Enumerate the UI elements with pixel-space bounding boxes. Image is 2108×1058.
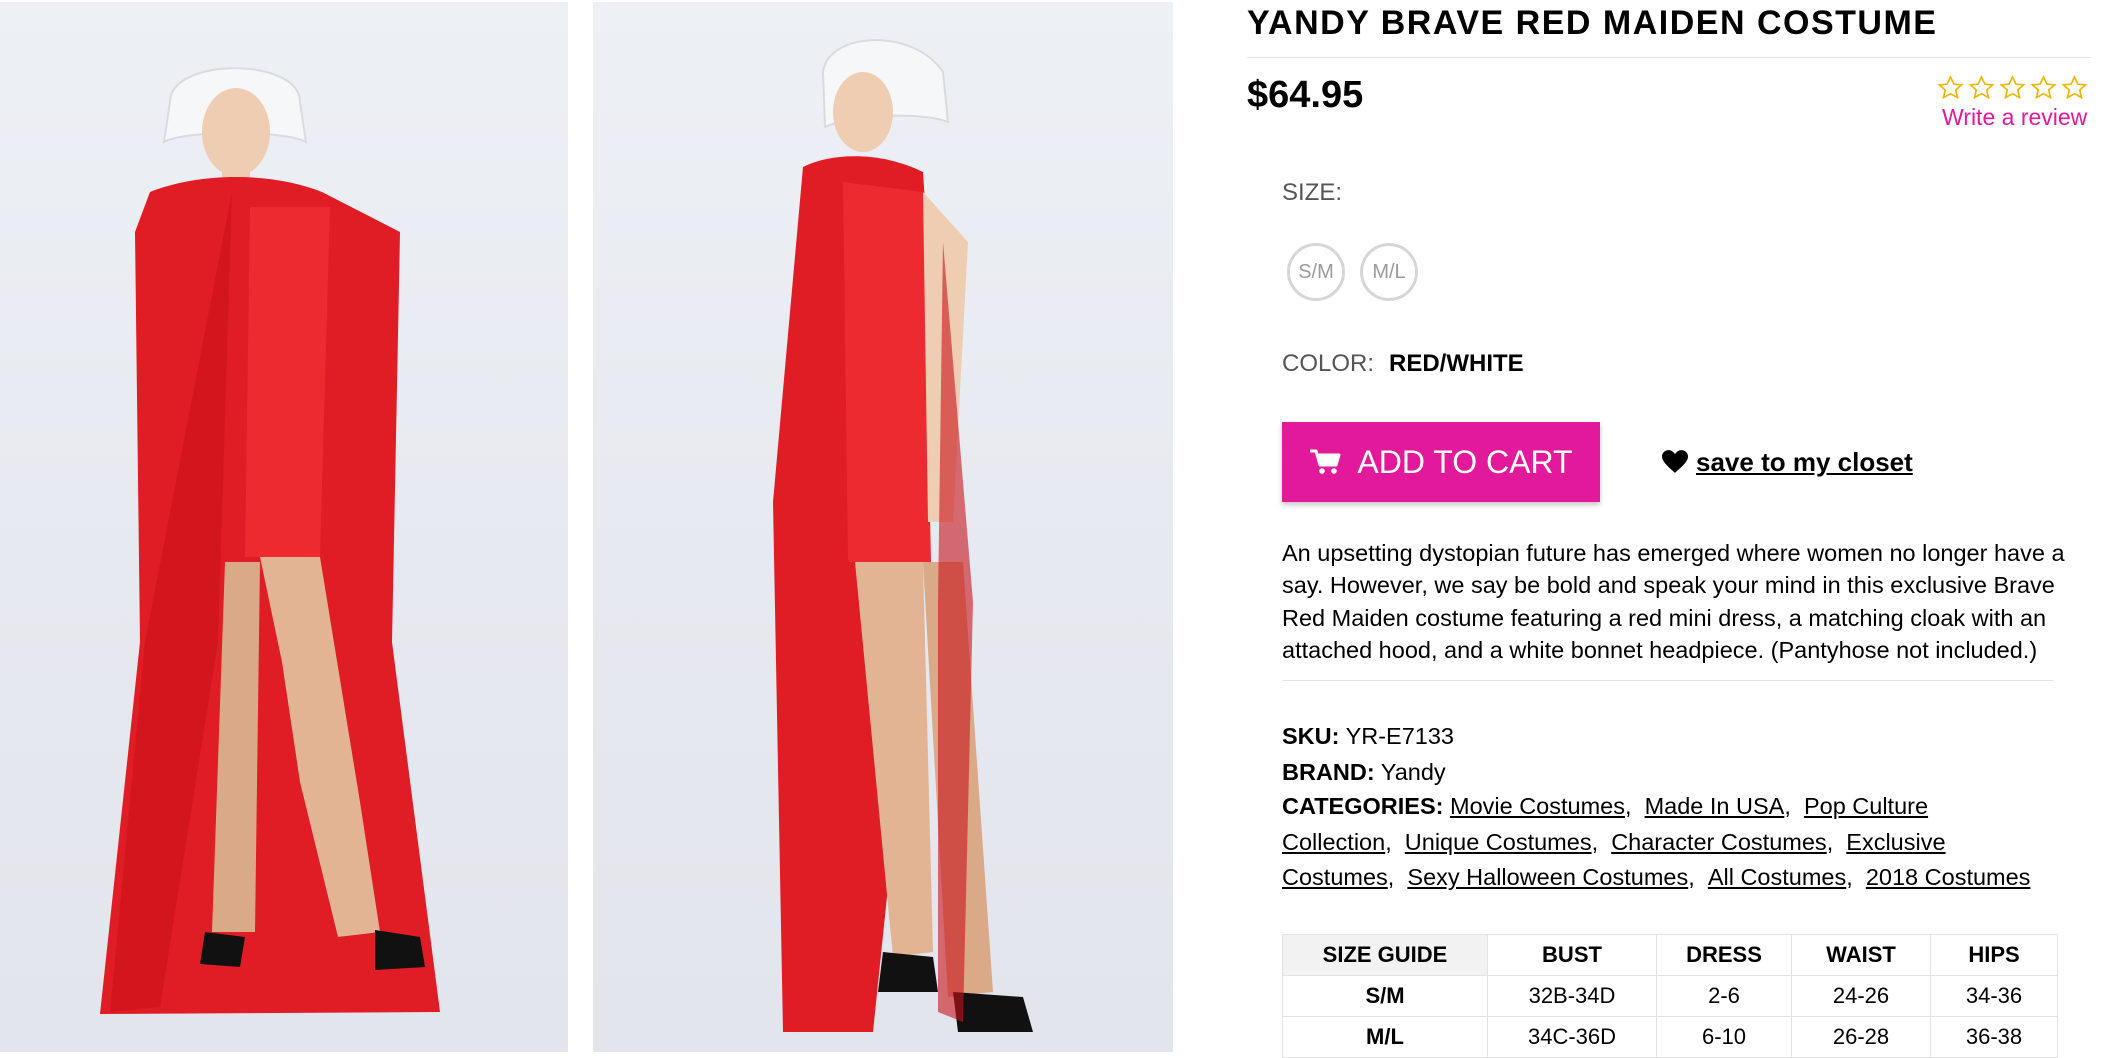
title-divider xyxy=(1247,57,2091,58)
save-to-closet-label: save to my closet xyxy=(1696,447,1913,477)
sku-line: SKU: YR-E7133 xyxy=(1282,719,1454,753)
waist-cell: 24-26 xyxy=(1791,975,1931,1017)
brand-label: BRAND: xyxy=(1282,759,1375,785)
size-option-m-l[interactable]: M/L xyxy=(1360,243,1418,301)
category-link-sexy-halloween-costumes[interactable]: Sexy Halloween Costumes xyxy=(1407,864,1688,890)
dress-cell: 6-10 xyxy=(1656,1016,1792,1058)
category-link-unique-costumes[interactable]: Unique Costumes xyxy=(1405,829,1592,855)
model-side-illustration xyxy=(773,39,1033,1032)
category-link-made-in-usa[interactable]: Made In USA xyxy=(1645,793,1785,819)
save-to-closet-link[interactable]: save to my closet xyxy=(1662,446,1913,478)
bust-header: BUST xyxy=(1487,934,1657,976)
star-outline-icon[interactable] xyxy=(1967,74,1996,102)
star-outline-icon[interactable] xyxy=(2060,74,2089,102)
write-review-link[interactable]: Write a review xyxy=(1942,103,2087,131)
cart-icon xyxy=(1310,449,1341,474)
dress-cell: 2-6 xyxy=(1656,975,1792,1017)
product-title: YANDY BRAVE RED MAIDEN COSTUME xyxy=(1247,4,1938,42)
size-cell: M/L xyxy=(1282,1016,1488,1058)
rating-stars[interactable] xyxy=(1936,74,2089,102)
add-to-cart-label: ADD TO CART xyxy=(1357,443,1573,480)
size-guide-header: SIZE GUIDE xyxy=(1282,934,1488,976)
hips-header: HIPS xyxy=(1930,934,2058,976)
brand-value: Yandy xyxy=(1380,759,1446,785)
dress-header: DRESS xyxy=(1656,934,1792,976)
star-outline-icon[interactable] xyxy=(1936,74,1965,102)
heart-icon xyxy=(1662,450,1688,473)
waist-header: WAIST xyxy=(1791,934,1931,976)
product-description: An upsetting dystopian future has emerge… xyxy=(1282,540,2065,663)
color-label: COLOR: xyxy=(1282,350,1375,377)
product-photo-front[interactable] xyxy=(0,2,568,1052)
size-guide-header-row: SIZE GUIDE BUST DRESS WAIST HIPS xyxy=(1282,934,2058,976)
product-price: $64.95 xyxy=(1247,74,1364,116)
waist-cell: 26-28 xyxy=(1791,1016,1931,1058)
sku-label: SKU: xyxy=(1282,723,1340,749)
hips-cell: 34-36 xyxy=(1930,975,2058,1017)
star-outline-icon[interactable] xyxy=(2029,74,2058,102)
category-link-character-costumes[interactable]: Character Costumes xyxy=(1611,829,1827,855)
category-link-2018-costumes[interactable]: 2018 Costumes xyxy=(1866,864,2031,890)
star-outline-icon[interactable] xyxy=(1998,74,2027,102)
size-label: SIZE: xyxy=(1282,179,1343,206)
color-value: RED/WHITE xyxy=(1389,350,1524,377)
bust-cell: 34C-36D xyxy=(1487,1016,1657,1058)
bust-cell: 32B-34D xyxy=(1487,975,1657,1017)
model-front-illustration xyxy=(100,67,440,1014)
size-guide-table: SIZE GUIDE BUST DRESS WAIST HIPS S/M 32B… xyxy=(1282,934,2058,1058)
category-link-all-costumes[interactable]: All Costumes xyxy=(1708,864,1846,890)
add-to-cart-button[interactable]: ADD TO CART xyxy=(1282,422,1600,502)
product-photo-side[interactable] xyxy=(593,2,1173,1052)
size-option-s-m[interactable]: S/M xyxy=(1287,243,1345,301)
categories-line: CATEGORIES: Movie Costumes, Made In USA,… xyxy=(1282,793,2031,891)
hips-cell: 36-38 xyxy=(1930,1016,2058,1058)
categories-label: CATEGORIES: xyxy=(1282,793,1444,819)
sku-value: YR-E7133 xyxy=(1345,723,1454,749)
description-divider xyxy=(1282,680,2054,681)
category-link-movie-costumes[interactable]: Movie Costumes xyxy=(1450,793,1625,819)
brand-line: BRAND: Yandy xyxy=(1282,755,1446,789)
size-cell: S/M xyxy=(1282,975,1488,1017)
table-row: M/L 34C-36D 6-10 26-28 36-38 xyxy=(1282,1016,2058,1058)
table-row: S/M 32B-34D 2-6 24-26 34-36 xyxy=(1282,975,2058,1017)
